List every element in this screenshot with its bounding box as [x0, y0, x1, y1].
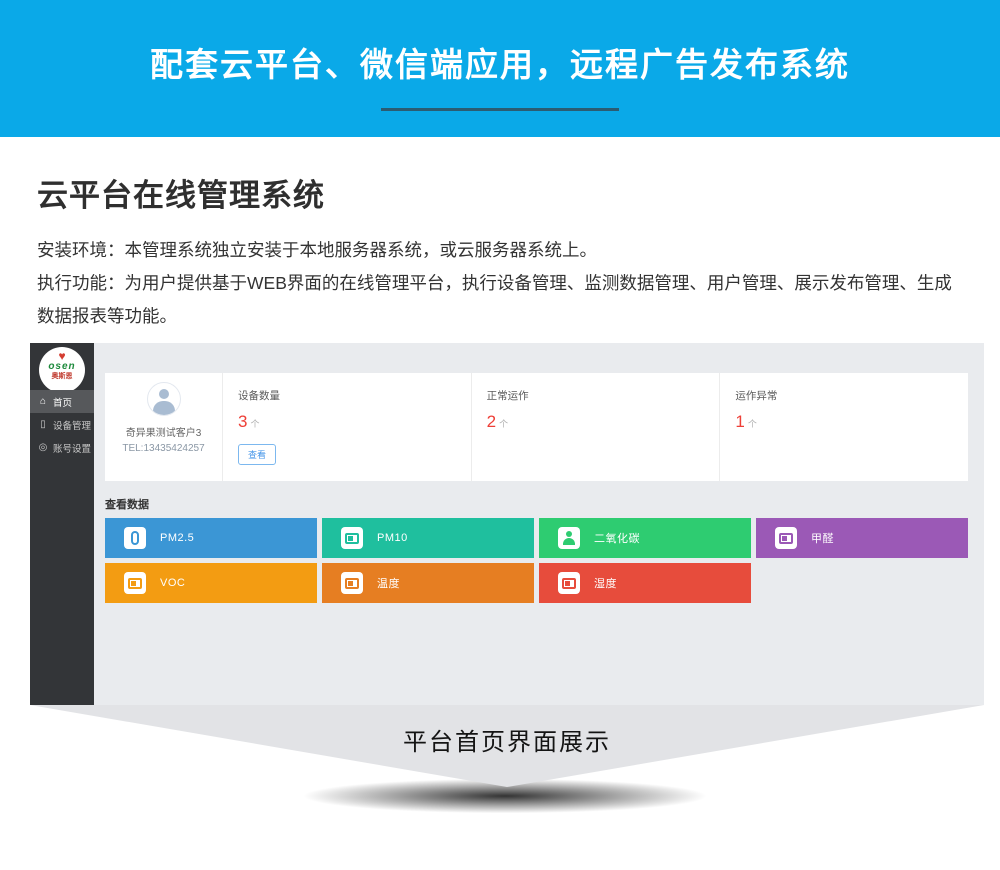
tile-label: 温度	[377, 575, 400, 591]
voc-sensor-icon	[124, 572, 146, 594]
user-avatar-icon	[147, 382, 181, 416]
view-button[interactable]: 查看	[238, 444, 276, 465]
tile-humidity[interactable]: 湿度	[539, 563, 751, 603]
dashboard-screenshot: ♥ osen 奥斯恩 ⌂ 首页 ▯ 设备管理 ◎ 账号设置	[30, 343, 984, 705]
user-phone: TEL:13435424257	[105, 443, 222, 454]
top-banner: 配套云平台、微信端应用，远程广告发布系统	[0, 0, 1000, 137]
sidebar-item-label: 首页	[53, 395, 72, 409]
banner-underline	[381, 108, 619, 111]
stat-normal-count: 正常运作 2个	[471, 373, 720, 481]
pm25-sensor-icon	[124, 527, 146, 549]
tile-voc[interactable]: VOC	[105, 563, 317, 603]
sidebar-item-account[interactable]: ◎ 账号设置	[30, 436, 94, 459]
pm10-sensor-icon	[341, 527, 363, 549]
stat-label: 运作异常	[735, 388, 968, 403]
stat-label: 设备数量	[238, 388, 471, 403]
user-name: 奇异果测试客户3	[105, 424, 222, 439]
stat-value: 1个	[735, 412, 968, 432]
stat-number: 1	[735, 412, 744, 431]
home-icon: ⌂	[37, 396, 49, 407]
sidebar-item-home[interactable]: ⌂ 首页	[30, 390, 94, 413]
settings-icon: ◎	[37, 442, 49, 453]
sidebar: ♥ osen 奥斯恩 ⌂ 首页 ▯ 设备管理 ◎ 账号设置	[30, 343, 94, 705]
tile-label: PM2.5	[160, 532, 194, 544]
tile-pm10[interactable]: PM10	[322, 518, 534, 558]
tile-pm25[interactable]: PM2.5	[105, 518, 317, 558]
co2-sensor-icon	[558, 527, 580, 549]
section-description: 安装环境：本管理系统独立安装于本地服务器系统，或云服务器系统上。 执行功能：为用…	[37, 234, 962, 333]
stat-device-count: 设备数量 3个 查看	[222, 373, 471, 481]
data-tiles: PM2.5 PM10 二氧化碳 甲醛 VOC	[105, 518, 968, 603]
tile-temperature[interactable]: 温度	[322, 563, 534, 603]
tile-label: PM10	[377, 532, 408, 544]
logo-brand-text: osen	[39, 362, 85, 372]
stat-value: 2个	[487, 412, 720, 432]
screenshot-caption: 平台首页界面展示	[30, 722, 984, 757]
stat-unit: 个	[748, 419, 757, 429]
tile-label: VOC	[160, 577, 185, 589]
section-title: 云平台在线管理系统	[37, 170, 325, 215]
tile-co2[interactable]: 二氧化碳	[539, 518, 751, 558]
stat-label: 正常运作	[487, 388, 720, 403]
page: 配套云平台、微信端应用，远程广告发布系统 云平台在线管理系统 安装环境：本管理系…	[0, 0, 1000, 870]
description-line-install: 安装环境：本管理系统独立安装于本地服务器系统，或云服务器系统上。	[37, 234, 962, 267]
sidebar-item-label: 设备管理	[53, 418, 91, 432]
pointer-triangle: 平台首页界面展示	[30, 705, 984, 787]
stat-abnormal-count: 运作异常 1个	[719, 373, 968, 481]
device-icon: ▯	[37, 419, 49, 430]
data-panel-title: 查看数据	[105, 496, 149, 512]
stat-number: 2	[487, 412, 496, 431]
formaldehyde-sensor-icon	[775, 527, 797, 549]
stat-unit: 个	[499, 419, 508, 429]
tile-label: 甲醛	[811, 530, 834, 546]
brand-logo: ♥ osen 奥斯恩	[39, 347, 85, 393]
stat-unit: 个	[250, 419, 259, 429]
summary-card: 奇异果测试客户3 TEL:13435424257 设备数量 3个 查看 正常运作…	[105, 373, 968, 481]
banner-title: 配套云平台、微信端应用，远程广告发布系统	[0, 0, 1000, 85]
avatar-head	[159, 389, 169, 399]
humidity-sensor-icon	[558, 572, 580, 594]
dashboard-main: 奇异果测试客户3 TEL:13435424257 设备数量 3个 查看 正常运作…	[94, 343, 984, 705]
description-line-function: 执行功能：为用户提供基于WEB界面的在线管理平台，执行设备管理、监测数据管理、用…	[37, 267, 962, 333]
tile-label: 湿度	[594, 575, 617, 591]
sidebar-menu: ⌂ 首页 ▯ 设备管理 ◎ 账号设置	[30, 390, 94, 459]
avatar-body	[153, 401, 175, 416]
sidebar-item-label: 账号设置	[53, 441, 91, 455]
stat-number: 3	[238, 412, 247, 431]
tile-label: 二氧化碳	[594, 530, 640, 546]
user-panel: 奇异果测试客户3 TEL:13435424257	[105, 373, 222, 481]
temperature-sensor-icon	[341, 572, 363, 594]
sidebar-item-devices[interactable]: ▯ 设备管理	[30, 413, 94, 436]
logo-sub-text: 奥斯恩	[39, 373, 85, 380]
tile-formaldehyde[interactable]: 甲醛	[756, 518, 968, 558]
stat-value: 3个	[238, 412, 471, 432]
